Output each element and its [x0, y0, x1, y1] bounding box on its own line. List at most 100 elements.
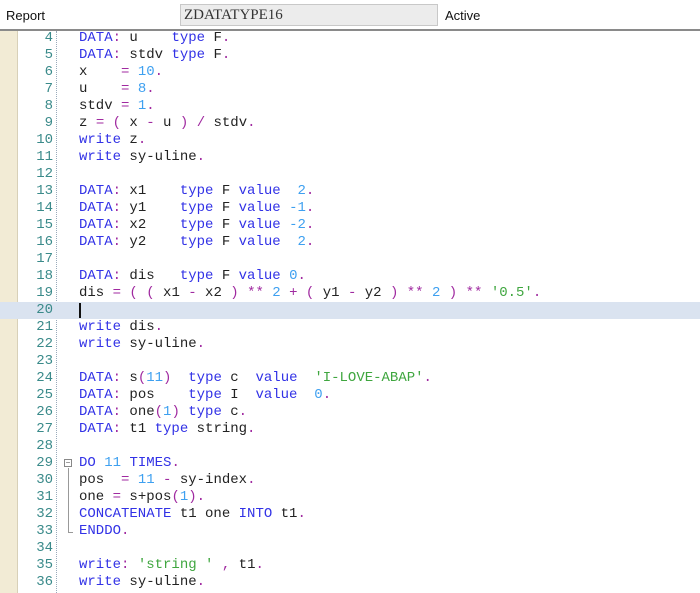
code-line[interactable]: 34 — [0, 540, 700, 557]
code-line[interactable]: 11 write sy-uline. — [0, 149, 700, 166]
code-line[interactable]: 5 DATA: stdv type F. — [0, 47, 700, 64]
line-number: 18 — [36, 268, 53, 284]
code-line[interactable]: 13 DATA: x1 type F value 2. — [0, 183, 700, 200]
code-line[interactable]: 8 stdv = 1. — [0, 98, 700, 115]
keyword-token: DATA — [79, 200, 113, 216]
keyword-token: write — [79, 574, 122, 590]
code-line[interactable]: 24 DATA: s(11) type c value 'I-LOVE-ABAP'… — [0, 370, 700, 387]
text-cursor — [79, 303, 81, 318]
code-line[interactable]: 27 DATA: t1 type string. — [0, 421, 700, 438]
keyword-token: type — [179, 200, 214, 216]
operator-token: ( — [146, 285, 155, 301]
operator-token: - — [146, 115, 155, 131]
code-line[interactable]: 26 DATA: one(1) type c. — [0, 404, 700, 421]
keyword-token: write — [79, 557, 122, 573]
code-line[interactable]: 10 write z. — [0, 132, 700, 149]
operator-token: . — [305, 200, 315, 216]
identifier-token: stdv — [121, 47, 172, 63]
code-line[interactable]: 16 DATA: y2 type F value 2. — [0, 234, 700, 251]
operator-token: . — [146, 81, 155, 97]
code-line[interactable]: 12 — [0, 166, 700, 183]
identifier-token: sy-index — [171, 472, 248, 488]
keyword-token: DATA — [79, 370, 113, 386]
operator-token: . — [154, 64, 164, 80]
keyword-token: type — [179, 183, 214, 199]
keyword-token: value — [255, 370, 298, 386]
code-line[interactable]: 20 — [0, 302, 700, 319]
code-line[interactable]: 21 write dis. — [0, 319, 700, 336]
keyword-token: DATA — [79, 421, 113, 437]
code-line[interactable]: 15 DATA: x2 type F value -2. — [0, 217, 700, 234]
operator-token: ( — [171, 489, 180, 505]
program-header: Report ZDATATYPE16 Active — [0, 0, 700, 31]
program-type-label: Report — [6, 8, 46, 23]
keyword-token: ENDDO — [79, 523, 122, 539]
code-line[interactable]: 32 CONCATENATE t1 one INTO t1. — [0, 506, 700, 523]
line-number: 10 — [36, 132, 53, 148]
code-line[interactable]: 29 DO 11 TIMES. − — [0, 455, 700, 472]
code-editor[interactable]: 4 DATA: u type F. 5 DATA: stdv type F. 6 x = … — [0, 31, 700, 593]
identifier-token: F — [213, 268, 239, 284]
program-name-field[interactable]: ZDATATYPE16 — [180, 4, 438, 26]
keyword-token: DATA — [79, 47, 113, 63]
number-literal-token: 2 — [272, 285, 281, 301]
identifier-token — [440, 285, 448, 301]
identifier-token: y1 — [121, 200, 180, 216]
code-line[interactable]: 14 DATA: y1 type F value -1. — [0, 200, 700, 217]
code-line[interactable]: 6 x = 10. — [0, 64, 700, 81]
identifier-token: s+pos — [121, 489, 172, 505]
operator-token: . — [146, 98, 155, 114]
identifier-token — [129, 472, 137, 488]
identifier-token — [155, 472, 163, 488]
code-line[interactable]: 35 write: 'string ' , t1. — [0, 557, 700, 574]
line-number: 32 — [36, 506, 53, 522]
keyword-token: value — [238, 183, 281, 199]
operator-token: . — [221, 47, 231, 63]
code-line[interactable]: 7 u = 8. — [0, 81, 700, 98]
keyword-token: value — [238, 268, 281, 284]
code-text: DATA: t1 type string. — [79, 421, 255, 438]
operator-token: - — [188, 285, 197, 301]
code-line[interactable]: 4 DATA: u type F. — [0, 31, 700, 47]
code-line[interactable]: 23 — [0, 353, 700, 370]
keyword-token: type — [154, 421, 189, 437]
number-literal-token: 2 — [297, 183, 306, 199]
operator-token: . — [121, 523, 130, 539]
keyword-token: DATA — [79, 183, 113, 199]
code-text: DATA: x2 type F value -2. — [79, 217, 314, 234]
code-text: write sy-uline. — [79, 336, 205, 353]
program-status: Active — [445, 8, 481, 23]
code-text: DATA: x1 type F value 2. — [79, 183, 314, 200]
code-line[interactable]: 31 one = s+pos(1). — [0, 489, 700, 506]
number-literal-token: 11 — [104, 455, 122, 471]
code-line[interactable]: 18 DATA: dis type F value 0. — [0, 268, 700, 285]
code-line[interactable]: 28 — [0, 438, 700, 455]
keyword-token: type — [188, 404, 222, 420]
operator-token: . — [305, 217, 315, 233]
number-literal-token: 2 — [297, 234, 306, 250]
keyword-token: type — [171, 47, 206, 63]
line-number: 26 — [36, 404, 53, 420]
code-line[interactable]: 33 ENDDO. — [0, 523, 700, 540]
operator-token: . — [196, 574, 206, 590]
code-line[interactable]: 25 DATA: pos type I value 0. — [0, 387, 700, 404]
identifier-token — [298, 370, 315, 386]
line-number: 19 — [36, 285, 53, 301]
code-line[interactable]: 36 write sy-uline. — [0, 574, 700, 591]
code-line[interactable]: 17 — [0, 251, 700, 268]
fold-collapse-icon[interactable]: − — [64, 459, 72, 467]
keyword-token: value — [238, 200, 281, 216]
code-line[interactable]: 30 pos = 11 - sy-index. — [0, 472, 700, 489]
operator-token: . — [297, 506, 306, 522]
code-line[interactable]: 9 z = ( x - u ) / stdv. — [0, 115, 700, 132]
code-text: x = 10. — [79, 64, 163, 81]
identifier-token: x1 — [121, 183, 180, 199]
keyword-token: value — [255, 387, 298, 403]
line-number: 14 — [36, 200, 53, 216]
code-line[interactable]: 22 write sy-uline. — [0, 336, 700, 353]
operator-token: . — [532, 285, 542, 301]
identifier-token: dis — [121, 319, 155, 335]
keyword-token: write — [79, 319, 122, 335]
line-number: 25 — [36, 387, 53, 403]
code-line[interactable]: 19 dis = ( ( x1 - x2 ) ** 2 + ( y1 - y2 )… — [0, 285, 700, 302]
